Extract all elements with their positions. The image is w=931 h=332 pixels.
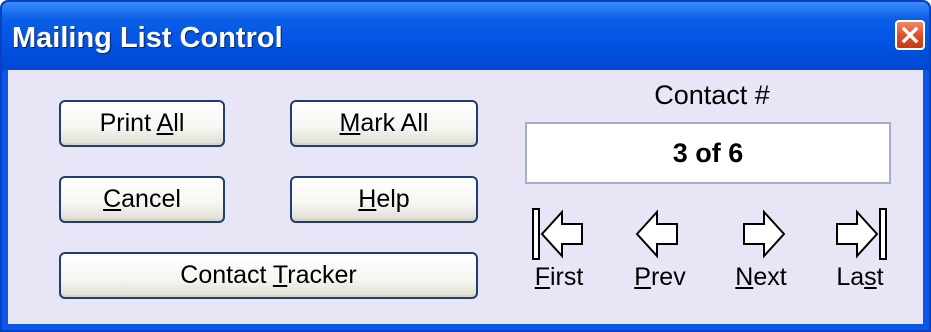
cancel-button[interactable]: Cancel xyxy=(59,176,225,223)
label-text: Mark All xyxy=(339,109,429,137)
close-icon xyxy=(901,26,919,44)
previous-record-icon xyxy=(635,209,678,259)
label-text: Cancel xyxy=(103,185,181,213)
label-text: Last xyxy=(836,263,884,291)
label-text: Help xyxy=(358,185,410,213)
last-record-button[interactable]: Last xyxy=(825,203,895,298)
first-record-icon xyxy=(532,208,583,260)
close-button[interactable] xyxy=(895,20,925,50)
title-bar[interactable]: Mailing List Control xyxy=(2,2,929,70)
window-title: Mailing List Control xyxy=(12,22,283,54)
mark-all-button[interactable]: Mark All xyxy=(290,100,478,147)
previous-record-button[interactable]: Prev xyxy=(625,203,695,298)
label-text: Prev xyxy=(634,263,686,291)
contact-tracker-button[interactable]: Contact Tracker xyxy=(59,252,478,299)
previous-record-label: Prev xyxy=(625,263,695,292)
contact-number-value: 3 of 6 xyxy=(672,137,744,168)
label-text: Contact Tracker xyxy=(180,261,357,289)
dialog-body: Print All Mark All Cancel Help Contact T… xyxy=(8,70,923,324)
print-all-button[interactable]: Print All xyxy=(59,100,225,147)
first-record-button[interactable]: First xyxy=(524,203,594,298)
contact-number-label: Contact # xyxy=(654,80,770,110)
first-record-label: First xyxy=(524,263,594,292)
last-record-label: Last xyxy=(825,263,895,292)
help-button[interactable]: Help xyxy=(290,176,478,223)
label-text: Next xyxy=(735,263,787,291)
next-record-icon xyxy=(743,209,786,259)
label-text: Print All xyxy=(99,109,185,137)
next-record-button[interactable]: Next xyxy=(726,203,796,298)
last-record-icon xyxy=(836,208,887,260)
mailing-list-control-window: Mailing List Control Print All Mark All … xyxy=(0,0,931,332)
label-text: First xyxy=(534,263,584,291)
contact-number-display: 3 of 6 xyxy=(525,122,891,184)
next-record-label: Next xyxy=(726,263,796,292)
